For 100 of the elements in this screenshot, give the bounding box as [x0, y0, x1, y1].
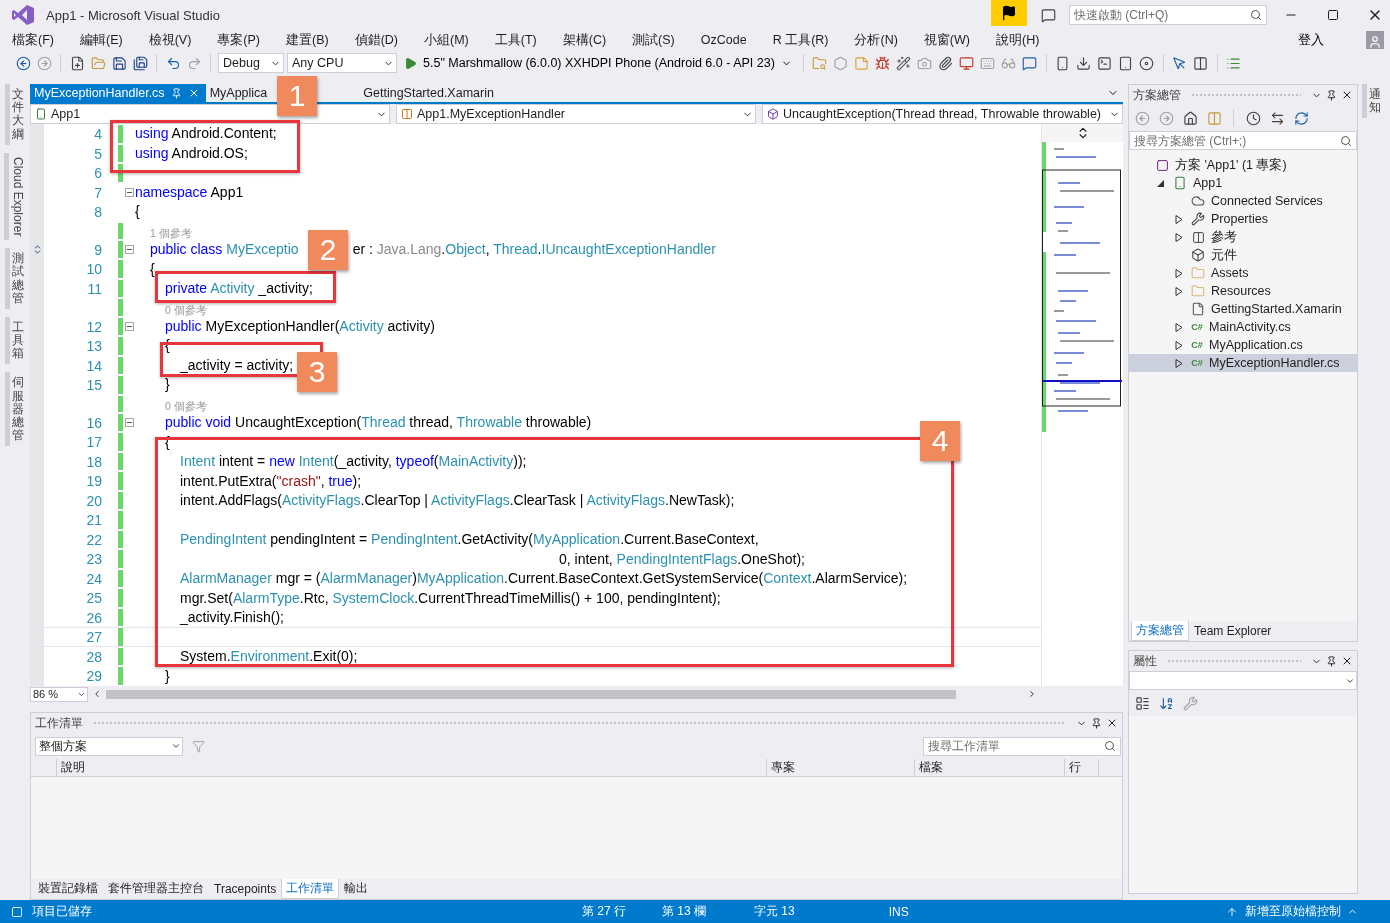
close-icon[interactable]	[1341, 89, 1353, 101]
collapse-icon[interactable]	[124, 418, 134, 428]
run-button[interactable]: 5.5" Marshmallow (6.0.0) XXHDPI Phone (Android 6.0 - API 23)	[400, 56, 796, 70]
scroll-left-icon[interactable]	[92, 689, 102, 699]
side-panel-tab[interactable]: 工具箱	[4, 316, 26, 365]
menu-item[interactable]: 建置(B)	[278, 30, 337, 50]
terminal-icon[interactable]	[1095, 54, 1114, 72]
collapsed-arrow-icon[interactable]	[1175, 340, 1183, 350]
panel-tab[interactable]: Team Explorer	[1189, 621, 1277, 641]
menu-item[interactable]: 編輯(E)	[71, 30, 131, 50]
tree-item[interactable]: GettingStarted.Xamarin	[1129, 300, 1357, 318]
menu-item[interactable]: R 工具(R)	[764, 30, 837, 50]
document-tab[interactable]: MyExceptionHandler.cs	[30, 84, 206, 102]
pin-icon[interactable]	[170, 87, 182, 99]
task-search-field[interactable]: 搜尋工作清單	[923, 736, 1121, 756]
menu-item[interactable]: 檢視(V)	[140, 30, 200, 50]
scrollbar-thumb[interactable]	[106, 689, 956, 699]
collapsed-arrow-icon[interactable]	[1175, 214, 1183, 224]
tree-item[interactable]: C# MyApplication.cs	[1129, 336, 1357, 354]
monitor-icon[interactable]	[957, 54, 976, 72]
panel-tab[interactable]: 方案總管	[1131, 621, 1189, 641]
code-editor[interactable]	[30, 124, 1041, 686]
tree-item[interactable]: C# MainActivity.cs	[1129, 318, 1357, 336]
menu-item[interactable]: 工具(T)	[486, 30, 545, 50]
collapse-icon[interactable]	[124, 187, 134, 197]
flag-icon[interactable]	[1001, 5, 1017, 21]
chat-icon[interactable]	[1039, 6, 1057, 24]
sign-in-link[interactable]: 登入	[1292, 30, 1330, 50]
menu-item[interactable]: 說明(H)	[987, 30, 1048, 50]
menu-item[interactable]: 小組(M)	[416, 30, 477, 50]
home-icon[interactable]	[1181, 109, 1199, 127]
tree-item[interactable]: Assets	[1129, 264, 1357, 282]
comment-icon[interactable]	[1020, 54, 1039, 72]
pin-icon[interactable]	[1326, 89, 1337, 101]
panel-tab[interactable]: Tracepoints	[209, 879, 282, 899]
collapsed-arrow-icon[interactable]	[1175, 232, 1183, 242]
source-control-button[interactable]: 新增至原始檔控制	[1245, 903, 1341, 920]
categorized-icon[interactable]	[1133, 694, 1151, 712]
quick-launch-field[interactable]: 快速啟動 (Ctrl+Q)	[1069, 5, 1267, 25]
solution-search-field[interactable]: 搜尋方案總管 (Ctrl+;)	[1129, 131, 1357, 150]
type-dropdown[interactable]: App1.MyExceptionHandler	[396, 104, 756, 124]
phone-icon[interactable]	[35, 108, 47, 120]
menu-item[interactable]: OzCode	[692, 30, 755, 50]
save-all-icon[interactable]	[131, 54, 149, 72]
download-icon[interactable]	[1074, 54, 1093, 72]
configuration-dropdown[interactable]: Debug	[218, 53, 284, 73]
scope-dropdown[interactable]: 整個方案	[35, 736, 183, 756]
panel-tab[interactable]: 套件管理器主控台	[103, 879, 209, 899]
menu-item[interactable]: 專案(P)	[209, 30, 268, 50]
caret-icon[interactable]	[171, 741, 181, 751]
tree-item[interactable]: C# MyExceptionHandler.cs	[1129, 354, 1357, 372]
tree-item[interactable]: Resources	[1129, 282, 1357, 300]
back-icon[interactable]	[14, 54, 32, 72]
collapse-icon[interactable]	[124, 321, 134, 331]
side-panel-tab[interactable]: 伺服器總管	[4, 372, 26, 447]
expanded-arrow-icon[interactable]	[1157, 178, 1165, 188]
avatar[interactable]	[1366, 31, 1384, 49]
menu-item[interactable]: 架構(C)	[554, 30, 615, 50]
refresh-icon[interactable]	[1292, 109, 1310, 127]
tree-item[interactable]: App1	[1129, 174, 1357, 192]
play-icon[interactable]	[404, 56, 417, 70]
wand-icon[interactable]	[894, 54, 913, 72]
panel-tab[interactable]: 工作清單	[281, 879, 340, 899]
tree-item[interactable]: 元件	[1129, 246, 1357, 264]
column-header[interactable]: 行	[1065, 759, 1099, 776]
collapse-icon[interactable]	[124, 245, 134, 255]
close-icon[interactable]	[1106, 717, 1118, 729]
collapsed-arrow-icon[interactable]	[1175, 268, 1183, 278]
paperclip-icon[interactable]	[936, 54, 955, 72]
feedback-button[interactable]	[991, 0, 1027, 26]
panel-tab[interactable]: 裝置記錄檔	[33, 879, 103, 899]
menu-item[interactable]: 測試(S)	[624, 30, 683, 50]
collapsed-arrow-icon[interactable]	[1175, 322, 1183, 332]
save-icon[interactable]	[110, 54, 128, 72]
panel-tab[interactable]: 輸出	[339, 879, 374, 899]
disc-icon[interactable]	[1137, 54, 1156, 72]
collapsed-arrow-icon[interactable]	[1175, 358, 1183, 368]
column-header[interactable]: 專案	[767, 759, 915, 776]
menu-item[interactable]: 分析(N)	[846, 30, 906, 50]
member-dropdown[interactable]: UncaughtException(Thread thread, Throwable throwable)	[762, 104, 1123, 124]
clock-icon[interactable]	[1244, 109, 1262, 127]
platform-dropdown[interactable]: Any CPU	[287, 53, 397, 73]
code-minimap[interactable]	[1042, 142, 1122, 432]
close-icon[interactable]	[1341, 655, 1353, 667]
tree-item[interactable]: Connected Services	[1129, 192, 1357, 210]
zoom-dropdown[interactable]: 86 %	[30, 686, 88, 702]
pin-icon[interactable]	[1091, 717, 1102, 729]
person-icon[interactable]	[1368, 35, 1382, 49]
document-tab[interactable]: MyApplica	[205, 84, 274, 102]
tree-item[interactable]: 參考	[1129, 228, 1357, 246]
maximize-icon[interactable]	[1327, 9, 1339, 21]
menu-item[interactable]: 視窗(W)	[915, 30, 978, 50]
cube-icon[interactable]	[767, 108, 779, 120]
tree-item[interactable]: Properties	[1129, 210, 1357, 228]
tree-item[interactable]: 方案 'App1' (1 專案)	[1129, 156, 1357, 174]
column-header[interactable]: 檔案	[915, 759, 1065, 776]
menu-item[interactable]: 檔案(F)	[4, 30, 62, 50]
side-panel-tab[interactable]: 通知	[1361, 84, 1383, 119]
column-header[interactable]: 說明	[57, 759, 767, 776]
bug-icon[interactable]	[873, 54, 892, 72]
